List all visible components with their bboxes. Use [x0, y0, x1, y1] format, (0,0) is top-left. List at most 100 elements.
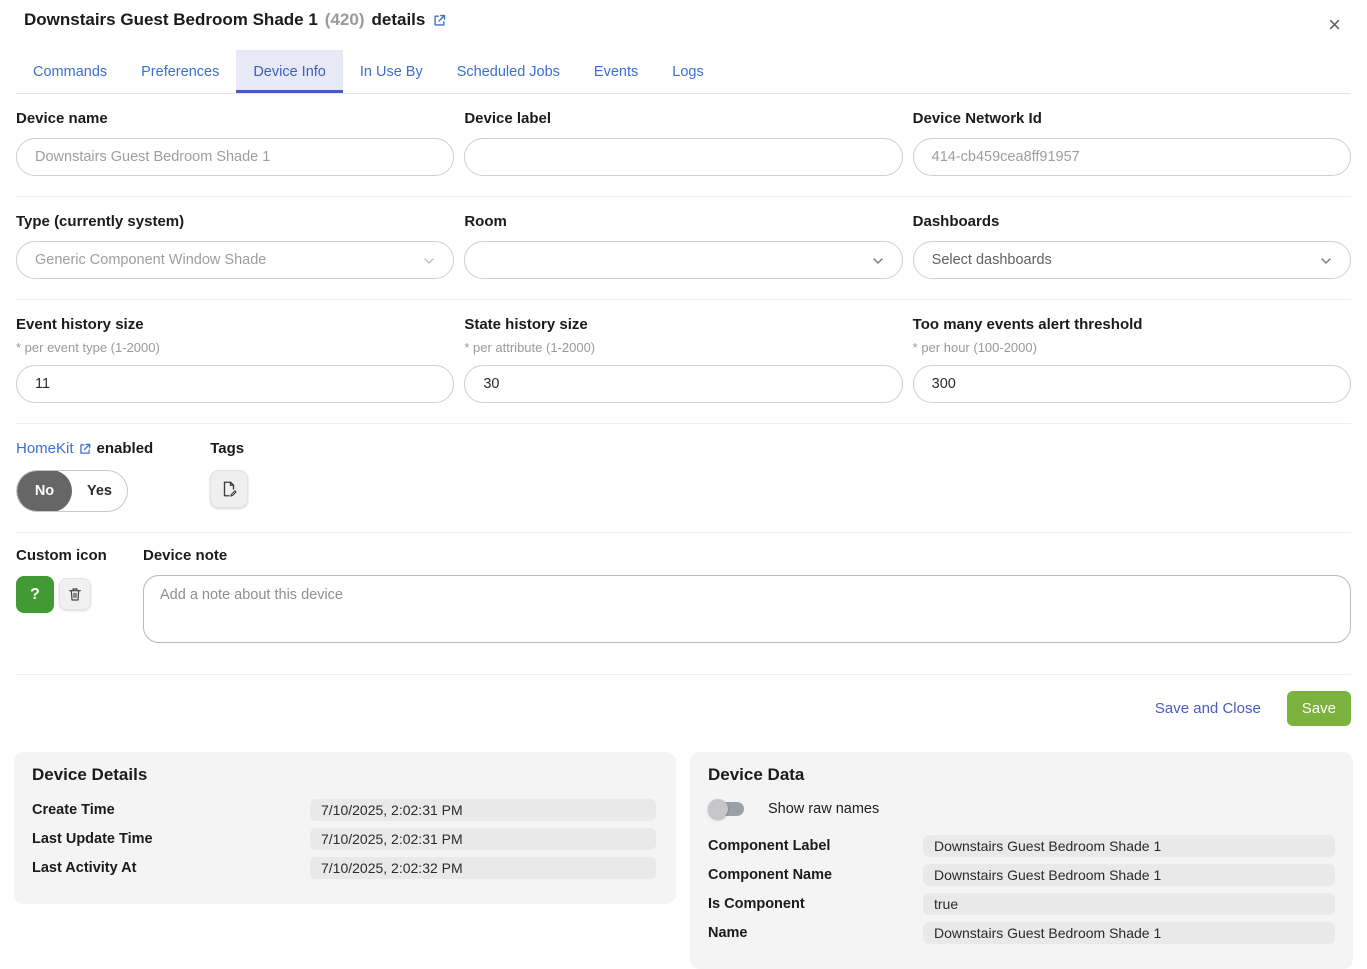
is-component-value: true: [923, 893, 1335, 915]
type-group: Type (currently system) Generic Componen…: [16, 213, 454, 279]
device-network-id-group: Device Network Id: [913, 110, 1351, 176]
device-details-title: Device Details: [32, 765, 658, 785]
room-select[interactable]: [464, 241, 902, 279]
homekit-enabled-toggle[interactable]: No Yes: [16, 470, 128, 512]
table-row: Last Activity At 7/10/2025, 2:02:32 PM: [32, 857, 658, 879]
edit-tags-button[interactable]: [210, 470, 248, 508]
device-name-label: Device name: [16, 110, 454, 127]
device-label-input[interactable]: [464, 138, 902, 176]
device-note-textarea[interactable]: [143, 575, 1351, 643]
device-name-input[interactable]: [16, 138, 454, 176]
events-threshold-group: Too many events alert threshold * per ho…: [913, 316, 1351, 403]
tab-scheduled-jobs[interactable]: Scheduled Jobs: [440, 50, 577, 93]
events-threshold-label: Too many events alert threshold: [913, 316, 1351, 333]
room-label: Room: [464, 213, 902, 230]
action-bar: Save and Close Save: [0, 675, 1367, 752]
homekit-group: HomeKit enabled No Yes: [16, 440, 153, 512]
dashboards-select[interactable]: Select dashboards: [913, 241, 1351, 279]
tags-group: Tags: [210, 440, 248, 512]
homekit-link[interactable]: HomeKit: [16, 440, 92, 457]
form-row-homekit-tags: HomeKit enabled No Yes Tags: [16, 424, 1351, 533]
component-label-value: Downstairs Guest Bedroom Shade 1: [923, 835, 1335, 857]
device-data-title: Device Data: [708, 765, 1335, 785]
homekit-link-text: HomeKit: [16, 440, 74, 457]
device-data-panel: Device Data Show raw names Component Lab…: [690, 752, 1353, 969]
event-history-hint: * per event type (1-2000): [16, 340, 454, 355]
edit-document-icon: [220, 480, 238, 498]
tab-events[interactable]: Events: [577, 50, 655, 93]
events-threshold-hint: * per hour (100-2000): [913, 340, 1351, 355]
event-history-group: Event history size * per event type (1-2…: [16, 316, 454, 403]
device-network-id-input[interactable]: [913, 138, 1351, 176]
events-threshold-input[interactable]: [913, 365, 1351, 403]
dialog-header: Downstairs Guest Bedroom Shade 1 (420) d…: [0, 0, 1367, 40]
is-component-label: Is Component: [708, 896, 923, 912]
device-label-label: Device label: [464, 110, 902, 127]
event-history-input[interactable]: [16, 365, 454, 403]
open-in-new-tab-icon[interactable]: [432, 13, 447, 28]
save-button[interactable]: Save: [1287, 691, 1351, 726]
device-label-group: Device label: [464, 110, 902, 176]
last-update-time-label: Last Update Time: [32, 831, 310, 847]
chevron-down-icon: [1318, 253, 1334, 269]
open-in-new-tab-icon: [78, 442, 92, 456]
tab-logs[interactable]: Logs: [655, 50, 720, 93]
homekit-label: HomeKit enabled: [16, 440, 153, 457]
state-history-hint: * per attribute (1-2000): [464, 340, 902, 355]
chevron-down-icon: [421, 253, 437, 269]
tab-commands[interactable]: Commands: [16, 50, 124, 93]
dashboards-group: Dashboards Select dashboards: [913, 213, 1351, 279]
custom-icon-group: Custom icon ?: [16, 547, 115, 648]
table-row: Name Downstairs Guest Bedroom Shade 1: [708, 922, 1335, 944]
last-activity-at-value: 7/10/2025, 2:02:32 PM: [310, 857, 656, 879]
save-and-close-button[interactable]: Save and Close: [1155, 700, 1261, 717]
table-row: Component Name Downstairs Guest Bedroom …: [708, 864, 1335, 886]
type-label: Type (currently system): [16, 213, 454, 230]
dashboards-label: Dashboards: [913, 213, 1351, 230]
delete-icon-button[interactable]: [59, 578, 91, 610]
chevron-down-icon: [870, 253, 886, 269]
tags-label: Tags: [210, 440, 248, 457]
homekit-toggle-yes[interactable]: Yes: [72, 483, 127, 499]
create-time-label: Create Time: [32, 802, 310, 818]
name-value: Downstairs Guest Bedroom Shade 1: [923, 922, 1335, 944]
device-info-form: Device name Device label Device Network …: [0, 94, 1367, 675]
title-suffix: details: [371, 10, 425, 30]
table-row: Last Update Time 7/10/2025, 2:02:31 PM: [32, 828, 658, 850]
form-row-identity: Device name Device label Device Network …: [16, 94, 1351, 197]
form-row-history-sizes: Event history size * per event type (1-2…: [16, 300, 1351, 424]
device-name-group: Device name: [16, 110, 454, 176]
state-history-input[interactable]: [464, 365, 902, 403]
homekit-toggle-no[interactable]: No: [17, 470, 72, 512]
homekit-enabled-text: enabled: [97, 440, 154, 457]
page-title: Downstairs Guest Bedroom Shade 1 (420) d…: [24, 10, 447, 30]
toggle-thumb: [708, 799, 728, 819]
close-icon[interactable]: ×: [1320, 10, 1349, 40]
table-row: Create Time 7/10/2025, 2:02:31 PM: [32, 799, 658, 821]
custom-icon-button[interactable]: ?: [16, 576, 54, 613]
tab-bar: Commands Preferences Device Info In Use …: [16, 50, 1351, 94]
form-row-type-room-dashboards: Type (currently system) Generic Componen…: [16, 197, 1351, 300]
state-history-label: State history size: [464, 316, 902, 333]
tab-device-info[interactable]: Device Info: [236, 50, 343, 93]
custom-icon-label: Custom icon: [16, 547, 115, 564]
device-network-id-label: Device Network Id: [913, 110, 1351, 127]
dashboards-select-placeholder: Select dashboards: [932, 252, 1052, 268]
show-raw-names-label: Show raw names: [768, 801, 879, 817]
device-id: (420): [325, 10, 365, 30]
component-name-label: Component Name: [708, 867, 923, 883]
show-raw-names-toggle[interactable]: [710, 799, 746, 819]
event-history-label: Event history size: [16, 316, 454, 333]
table-row: Is Component true: [708, 893, 1335, 915]
last-update-time-value: 7/10/2025, 2:02:31 PM: [310, 828, 656, 850]
form-row-icon-note: Custom icon ? Device note: [16, 533, 1351, 675]
device-title: Downstairs Guest Bedroom Shade 1: [24, 10, 318, 30]
trash-icon: [67, 586, 83, 602]
component-name-value: Downstairs Guest Bedroom Shade 1: [923, 864, 1335, 886]
room-group: Room: [464, 213, 902, 279]
name-label: Name: [708, 925, 923, 941]
state-history-group: State history size * per attribute (1-20…: [464, 316, 902, 403]
type-select[interactable]: Generic Component Window Shade: [16, 241, 454, 279]
tab-preferences[interactable]: Preferences: [124, 50, 236, 93]
tab-in-use-by[interactable]: In Use By: [343, 50, 440, 93]
